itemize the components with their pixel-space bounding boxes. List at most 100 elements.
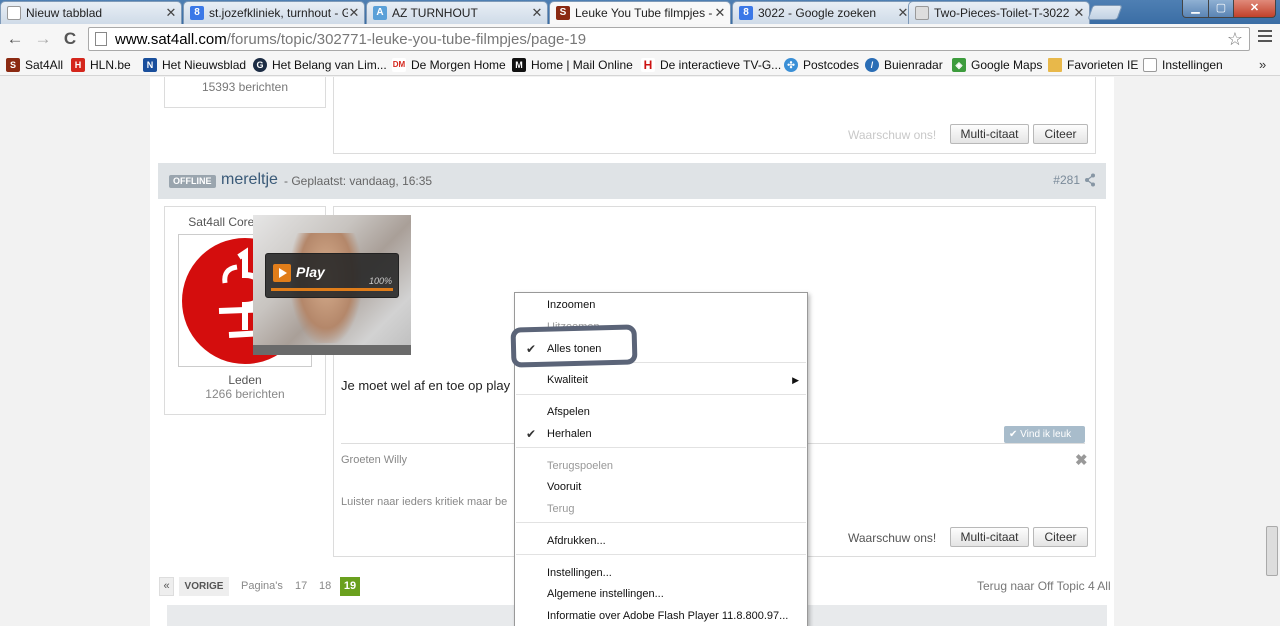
blank-page-icon	[1143, 58, 1157, 72]
blank-page-icon	[7, 6, 21, 20]
tab-two-pieces-toilet[interactable]: Two-Pieces-Toilet-T-3022 ✕	[908, 1, 1090, 24]
menu-item-afdrukken[interactable]: Afdrukken...	[515, 531, 807, 551]
demorgen-icon: DM	[392, 58, 406, 72]
page-link-17[interactable]: 17	[295, 580, 307, 592]
prev-post-body: Waarschuw ons! Multi-citaat Citeer	[333, 77, 1096, 154]
close-window-button[interactable]: ✕	[1233, 0, 1276, 18]
prev-warn-link[interactable]: Waarschuw ons!	[848, 128, 936, 142]
bookmark-tvgids[interactable]: H De interactieve TV-G...	[641, 57, 781, 73]
tab-leuke-you-tube[interactable]: S Leuke You Tube filmpjes - ✕	[549, 1, 731, 24]
menu-item-flash-info[interactable]: Informatie over Adobe Flash Player 11.8.…	[515, 606, 807, 626]
prev-multiquote-button[interactable]: Multi-citaat	[950, 124, 1029, 144]
bookmark-mailonline[interactable]: M Home | Mail Online	[512, 57, 633, 73]
bookmark-postcodes[interactable]: ✣ Postcodes	[784, 57, 859, 73]
menu-separator	[516, 447, 806, 448]
scrollbar-thumb[interactable]	[1266, 526, 1278, 576]
page-link-18[interactable]: 18	[319, 580, 331, 592]
buienradar-icon: /	[865, 58, 879, 72]
address-bar[interactable]: www.sat4all.com/forums/topic/302771-leuk…	[88, 27, 1250, 51]
current-page: 19	[340, 577, 360, 596]
menu-item-afspelen[interactable]: Afspelen	[515, 402, 807, 422]
quote-button[interactable]: Citeer	[1033, 527, 1088, 547]
multiquote-button[interactable]: Multi-citaat	[950, 527, 1029, 547]
load-progress-bar	[271, 288, 393, 291]
back-button[interactable]: ←	[6, 30, 24, 48]
browser-menu-icon[interactable]	[1258, 30, 1272, 45]
tab-title: Nieuw tabblad	[26, 6, 103, 20]
bookmark-sat4all[interactable]: S Sat4All	[6, 57, 63, 73]
bookmark-favorieten-ie[interactable]: Favorieten IE	[1048, 57, 1138, 73]
menu-item-algemene-instellingen[interactable]: Algemene instellingen...	[515, 584, 807, 604]
check-icon: ✔	[526, 427, 537, 441]
close-icon[interactable]: ✕	[1073, 5, 1085, 21]
offline-badge: OFFLINE	[169, 175, 216, 188]
bookmark-demorgen[interactable]: DM De Morgen Home	[392, 57, 506, 73]
sat4all-icon: S	[6, 58, 20, 72]
close-icon[interactable]: ✕	[531, 5, 543, 21]
prev-quote-button[interactable]: Citeer	[1033, 124, 1088, 144]
signature-line-1: Groeten Willy	[341, 454, 408, 466]
bookmark-instellingen[interactable]: Instellingen	[1143, 57, 1223, 73]
postcodes-icon: ✣	[784, 58, 798, 72]
sat4all-icon: S	[556, 6, 570, 20]
close-icon[interactable]: ✕	[165, 5, 177, 21]
post-header: OFFLINE mereltje - Geplaatst: vandaag, 1…	[158, 163, 1106, 199]
menu-item-instellingen[interactable]: Instellingen...	[515, 563, 807, 583]
menu-item-vooruit[interactable]: Vooruit	[515, 477, 807, 497]
menu-separator	[516, 522, 806, 523]
bookmark-hln[interactable]: H HLN.be	[71, 57, 131, 73]
back-to-forum-link[interactable]: Terug naar Off Topic 4 All	[977, 579, 1111, 593]
browser-toolbar: ← → C www.sat4all.com/forums/topic/30277…	[0, 24, 1280, 54]
play-label: Play	[296, 264, 325, 280]
close-icon[interactable]: ✕	[714, 5, 726, 21]
tab-nieuw-tabblad[interactable]: Nieuw tabblad ✕	[0, 1, 182, 24]
close-signature-icon[interactable]: ✖	[1075, 451, 1088, 469]
prev-page-arrow[interactable]: «	[159, 577, 174, 596]
bookmarks-more-icon[interactable]: »	[1259, 57, 1266, 72]
annotation-highlight-ring	[510, 324, 638, 368]
tab-az-turnhout[interactable]: A AZ TURNHOUT ✕	[366, 1, 548, 24]
maximize-button[interactable]: ▢	[1208, 0, 1234, 18]
tab-strip: Nieuw tabblad ✕ 8 st.jozefkliniek, turnh…	[0, 0, 1280, 24]
check-icon: ✔	[1009, 429, 1021, 440]
video-control-bar[interactable]	[253, 345, 411, 355]
menu-item-terug: Terug	[547, 503, 575, 515]
menu-item-kwaliteit[interactable]: Kwaliteit ▶	[515, 370, 807, 390]
google-icon: 8	[739, 6, 753, 20]
bookmark-nieuwsblad[interactable]: N Het Nieuwsblad	[143, 57, 246, 73]
google-icon: 8	[190, 6, 204, 20]
post-number-link[interactable]: #281	[1053, 173, 1080, 187]
minimize-button[interactable]: ▁	[1182, 0, 1209, 18]
nieuwsblad-icon: N	[143, 58, 157, 72]
hbvl-icon: G	[253, 58, 267, 72]
forward-button[interactable]: →	[34, 30, 52, 48]
menu-separator	[516, 394, 806, 395]
author-link[interactable]: mereltje	[221, 171, 278, 189]
play-icon[interactable]	[273, 264, 291, 282]
tab-title: 3022 - Google zoeken	[758, 6, 877, 20]
bookmark-buienradar[interactable]: / Buienradar	[865, 57, 943, 73]
share-icon[interactable]	[1084, 173, 1096, 187]
posted-date: - Geplaatst: vandaag, 16:35	[284, 174, 433, 188]
menu-item-herhalen[interactable]: ✔ Herhalen	[515, 424, 807, 444]
warn-link[interactable]: Waarschuw ons!	[848, 531, 936, 545]
submenu-arrow-icon: ▶	[792, 375, 799, 385]
menu-separator	[516, 554, 806, 555]
reload-button[interactable]: C	[61, 30, 79, 48]
tab-google-zoeken[interactable]: 8 3022 - Google zoeken ✕	[732, 1, 914, 24]
bookmark-hbvl[interactable]: G Het Belang van Lim...	[253, 57, 387, 73]
scrollbar[interactable]	[1264, 77, 1280, 626]
play-overlay[interactable]: Play 100%	[265, 253, 399, 298]
prev-page-button[interactable]: VORIGE	[179, 577, 229, 596]
pages-label: Pagina's	[241, 580, 283, 592]
close-icon[interactable]: ✕	[348, 5, 360, 21]
load-percent: 100%	[368, 276, 392, 286]
like-button[interactable]: ✔ Vind ik leuk	[1004, 426, 1085, 443]
bookmark-google-maps[interactable]: ◈ Google Maps	[952, 57, 1042, 73]
page-viewport: 15393 berichten Waarschuw ons! Multi-cit…	[0, 77, 1280, 626]
menu-item-inzoomen[interactable]: Inzoomen	[515, 295, 807, 315]
new-tab-button[interactable]	[1087, 5, 1123, 20]
bookmark-star-icon[interactable]: ☆	[1227, 29, 1243, 50]
tab-title: Two-Pieces-Toilet-T-3022	[934, 6, 1070, 20]
tab-jozefkliniek[interactable]: 8 st.jozefkliniek, turnhout - G ✕	[183, 1, 365, 24]
